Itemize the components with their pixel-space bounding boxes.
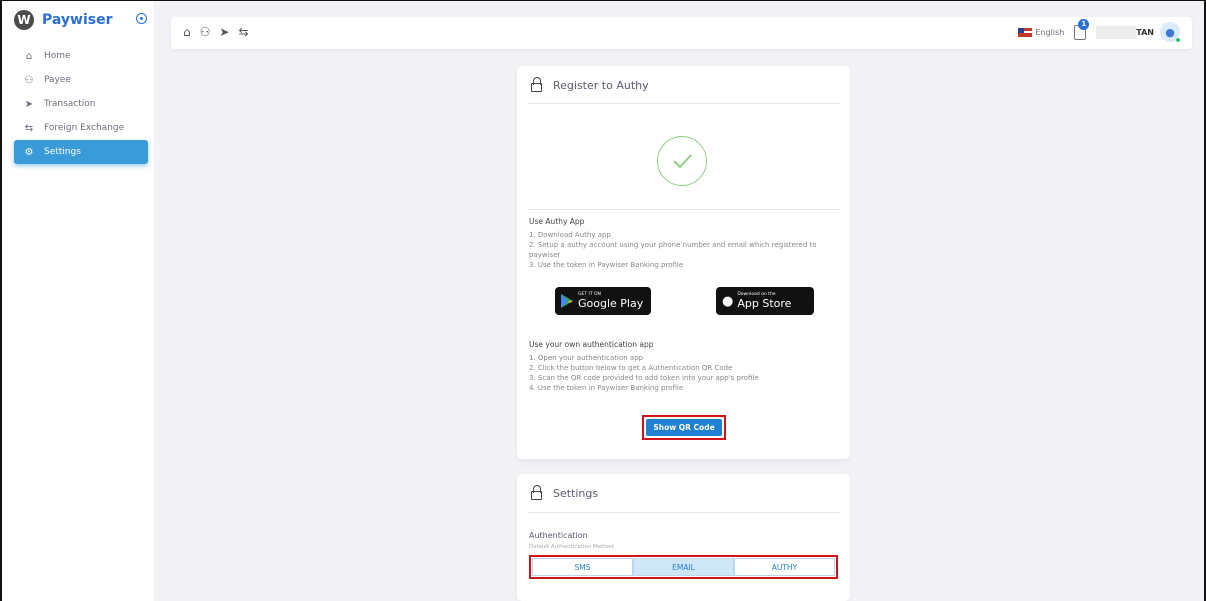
apple-icon: ●: [722, 293, 734, 309]
auth-option-authy[interactable]: AUTHY: [734, 558, 835, 576]
main-content: ⌂ ⚇ ➤ ⇆ English 1 TAN ● Register to Auth…: [154, 1, 1204, 601]
exchange-icon: ⇆: [24, 122, 34, 134]
user-icon: ●: [1165, 25, 1175, 39]
settings-card: Settings Authentication Default Authenti…: [517, 474, 850, 601]
home-icon: ⌂: [25, 50, 33, 62]
gear-icon: ⚙: [24, 146, 34, 158]
send-icon[interactable]: ➤: [219, 25, 229, 39]
sidebar-pin-icon[interactable]: [136, 13, 147, 24]
sidebar-item-transaction[interactable]: ➤ Transaction: [14, 92, 148, 116]
top-right-controls: English 1 TAN ●: [1018, 18, 1181, 43]
brand-name: Paywiser: [42, 12, 113, 28]
authentication-sublabel: Default Authentication Method: [529, 544, 614, 550]
authentication-label: Authentication: [529, 531, 588, 540]
avatar[interactable]: ●: [1160, 22, 1181, 43]
authy-section-title: Use Authy App: [529, 217, 585, 226]
language-selector[interactable]: English: [1035, 28, 1064, 37]
authy-steps: 1. Download Authy app 2. Setup a authy a…: [529, 230, 829, 270]
show-qr-code-label: Show QR Code: [646, 419, 722, 436]
authy-step: 2. Setup a authy account using your phon…: [529, 241, 817, 259]
show-qr-code-button[interactable]: Show QR Code: [642, 415, 726, 440]
sidebar-item-label: Foreign Exchange: [44, 123, 125, 133]
us-flag-icon[interactable]: [1018, 27, 1033, 37]
quick-nav: ⌂ ⚇ ➤ ⇆: [183, 25, 249, 39]
authy-step: 1. Download Authy app: [529, 231, 611, 239]
sidebar-item-settings[interactable]: ⚙ Settings: [14, 140, 148, 164]
notification-badge: 1: [1078, 18, 1090, 30]
lock-icon: [531, 485, 542, 500]
divider: [527, 512, 840, 513]
notification-icon[interactable]: 1: [1074, 18, 1090, 40]
online-status-dot: [1175, 37, 1181, 43]
card-title: Register to Authy: [553, 78, 649, 92]
success-check-icon: [657, 136, 707, 186]
app-store-badge[interactable]: ● Download on the App Store: [716, 287, 814, 315]
own-app-step: 2. Click the button below to get a Authe…: [529, 364, 733, 372]
divider: [527, 209, 840, 210]
username[interactable]: TAN: [1136, 28, 1154, 37]
sidebar-nav: ⌂ Home ⚇ Payee ➤ Transaction ⇆ Foreign E…: [2, 44, 154, 164]
top-navbar: ⌂ ⚇ ➤ ⇆ English 1 TAN ●: [171, 17, 1192, 49]
own-app-step: 1. Open your authentication app: [529, 354, 644, 362]
lock-icon: [531, 77, 542, 92]
own-app-steps: 1. Open your authentication app 2. Click…: [529, 353, 829, 393]
sidebar: W Paywiser ⌂ Home ⚇ Payee ➤ Transaction …: [2, 1, 154, 601]
users-icon: ⚇: [24, 74, 34, 86]
settings-card-header: Settings: [531, 485, 599, 500]
sidebar-item-home[interactable]: ⌂ Home: [14, 44, 148, 68]
authy-card-header: Register to Authy: [531, 77, 649, 92]
sidebar-item-label: Transaction: [44, 99, 96, 109]
own-app-step: 4. Use the token in Paywiser Banking pro…: [529, 384, 684, 392]
divider: [527, 103, 840, 104]
auth-option-sms[interactable]: SMS: [532, 558, 633, 576]
home-icon[interactable]: ⌂: [183, 25, 191, 39]
auth-option-email[interactable]: EMAIL: [633, 558, 734, 576]
users-icon[interactable]: ⚇: [200, 25, 211, 39]
redacted-name: [1096, 25, 1137, 39]
brand-logo: W: [14, 10, 34, 30]
google-play-large: Google Play: [578, 297, 644, 310]
google-play-icon: [561, 294, 573, 308]
google-play-badge[interactable]: GET IT ON Google Play: [555, 287, 651, 315]
sidebar-item-label: Settings: [44, 147, 81, 157]
sidebar-item-foreign-exchange[interactable]: ⇆ Foreign Exchange: [14, 116, 148, 140]
app-store-large: App Store: [737, 297, 792, 310]
send-icon: ➤: [24, 98, 34, 110]
brand[interactable]: W Paywiser: [14, 10, 113, 30]
exchange-icon[interactable]: ⇆: [238, 25, 248, 39]
own-app-step: 3. Scan the QR code provided to add toke…: [529, 374, 759, 382]
own-app-title: Use your own authentication app: [529, 340, 654, 349]
sidebar-item-payee[interactable]: ⚇ Payee: [14, 68, 148, 92]
sidebar-item-label: Home: [44, 51, 71, 61]
sidebar-item-label: Payee: [44, 75, 71, 85]
card-title: Settings: [553, 486, 599, 500]
authy-step: 3. Use the token in Paywiser Banking pro…: [529, 261, 684, 269]
auth-method-selector: SMS EMAIL AUTHY: [529, 555, 838, 579]
authy-card: Register to Authy Use Authy App 1. Downl…: [517, 66, 850, 459]
